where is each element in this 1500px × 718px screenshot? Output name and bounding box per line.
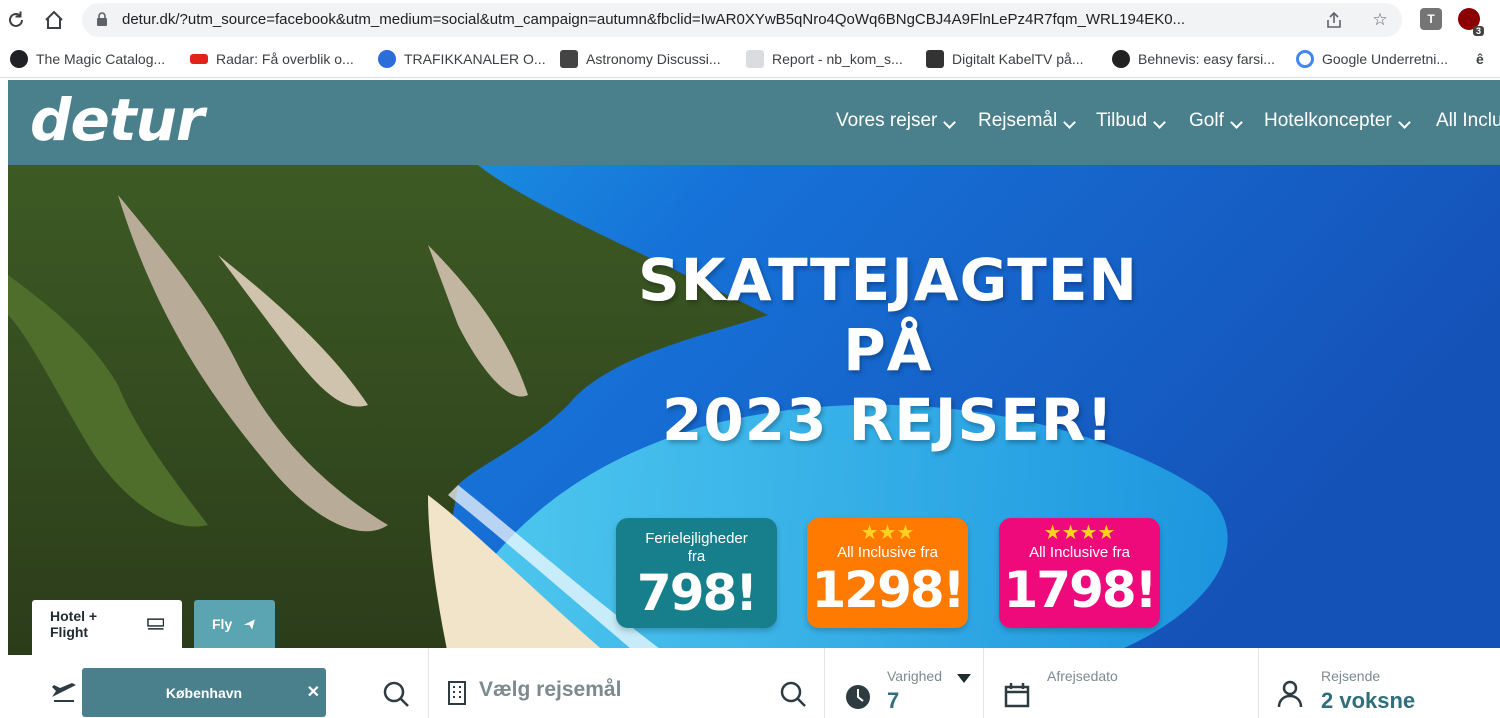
destination-segment[interactable]: Vælg rejsemål [429,648,825,718]
globe-icon [10,50,28,68]
behnevis-icon [1112,50,1130,68]
bookmark-item[interactable]: TRAFIKKANALER O... [378,40,546,78]
tab-fly[interactable]: Fly [194,600,275,648]
offer-ferielejligheder[interactable]: Ferielejligheder fra 798! [616,518,777,628]
extension-t-icon[interactable]: T [1420,8,1442,30]
url-text[interactable]: detur.dk/?utm_source=facebook&utm_medium… [122,3,1302,37]
mail-icon [746,50,764,68]
chevron-down-icon [1397,115,1411,129]
browser-toolbar: detur.dk/?utm_source=facebook&utm_medium… [0,0,1500,40]
search-icon[interactable] [779,680,807,708]
departure-segment[interactable]: Afrejsedato [984,648,1259,718]
bookmark-item[interactable]: The Magic Catalog... [10,40,165,78]
offer-all-inclusive-4-star[interactable]: ★★★★ All Inclusive fra 1798! [999,518,1160,628]
astronomy-icon [560,50,578,68]
site-header: detur Vores rejser Rejsemål Tilbud Golf … [8,80,1500,165]
offer-price: 798! [636,564,758,622]
offer-price: 1798! [1003,561,1158,619]
nav-hotelkoncepter[interactable]: Hotelkoncepter [1264,110,1411,132]
calendar-icon [1004,683,1030,708]
offer-all-inclusive-3-star[interactable]: ★★★ All Inclusive fra 1298! [807,518,968,628]
star-rating: ★★★ [860,522,915,544]
travelers-value: 2 voksne [1321,688,1416,713]
bookmarks-overflow[interactable]: ê [1476,40,1484,78]
trafik-icon [378,50,396,68]
detur-website: detur Vores rejser Rejsemål Tilbud Golf … [8,80,1500,718]
extension-badge: 3 [1472,26,1484,36]
duration-segment[interactable]: Varighed 7 [825,648,984,718]
building-icon [448,681,466,705]
hero-banner[interactable]: SKATTEJAGTEN PÅ 2023 REJSER! Ferielejlig… [8,165,1500,655]
reload-icon[interactable] [2,6,30,34]
extension-ublock-icon[interactable]: 3 [1458,8,1484,36]
chevron-down-icon [1153,115,1166,129]
bookmark-star-icon[interactable]: ☆ [1368,8,1392,32]
nav-rejsemaal[interactable]: Rejsemål [978,110,1077,132]
tv2-icon [190,54,208,64]
tab-hotel-flight[interactable]: Hotel + Flight [32,600,182,648]
bookmark-item[interactable]: Google Underretni... [1296,40,1448,78]
origin-segment: København ✕ [32,648,429,718]
chevron-down-icon [1063,115,1077,129]
duration-value: 7 [887,688,900,713]
cabletv-icon [926,50,944,68]
star-rating: ★★★★ [1043,522,1116,544]
clear-origin-icon[interactable]: ✕ [307,682,320,702]
bookmark-item[interactable]: Behnevis: easy farsi... [1112,40,1275,78]
search-bar: København ✕ Vælg rejsemål Varighed 7 Afr… [32,648,1500,718]
bookmark-item[interactable]: Astronomy Discussi... [560,40,721,78]
bookmark-item[interactable]: Radar: Få overblik o... [190,40,354,78]
home-icon[interactable] [40,6,68,34]
duration-icon [846,685,870,709]
travelers-segment[interactable]: Rejsende 2 voksne [1259,648,1500,718]
bookmark-item[interactable]: Digitalt KabelTV på... [926,40,1084,78]
bed-icon [146,618,164,630]
address-bar[interactable]: detur.dk/?utm_source=facebook&utm_medium… [82,3,1402,37]
bookmarks-bar: The Magic Catalog... Radar: Få overblik … [0,40,1500,78]
origin-field[interactable]: København ✕ [82,668,326,717]
chevron-down-icon [943,115,957,129]
nav-tilbud[interactable]: Tilbud [1096,110,1166,132]
google-icon [1296,50,1314,68]
chevron-down-icon [1229,115,1243,129]
bookmark-item[interactable]: Report - nb_kom_s... [746,40,903,78]
destination-input[interactable]: Vælg rejsemål [479,678,621,702]
offer-price: 1298! [811,561,966,619]
plane-departure-icon [52,683,76,702]
person-icon [1277,680,1303,708]
nav-vores-rejser[interactable]: Vores rejser [836,110,957,132]
share-icon[interactable] [1322,8,1346,32]
detur-logo[interactable]: detur [30,86,204,154]
plane-icon [244,619,256,630]
hero-headline: SKATTEJAGTEN PÅ 2023 REJSER! [638,246,1138,454]
search-icon[interactable] [382,680,410,708]
caret-down-icon[interactable] [957,674,971,684]
nav-golf[interactable]: Golf [1189,110,1243,132]
nav-all-inclusive[interactable]: All Inclu [1436,110,1500,132]
lock-icon [97,12,107,26]
